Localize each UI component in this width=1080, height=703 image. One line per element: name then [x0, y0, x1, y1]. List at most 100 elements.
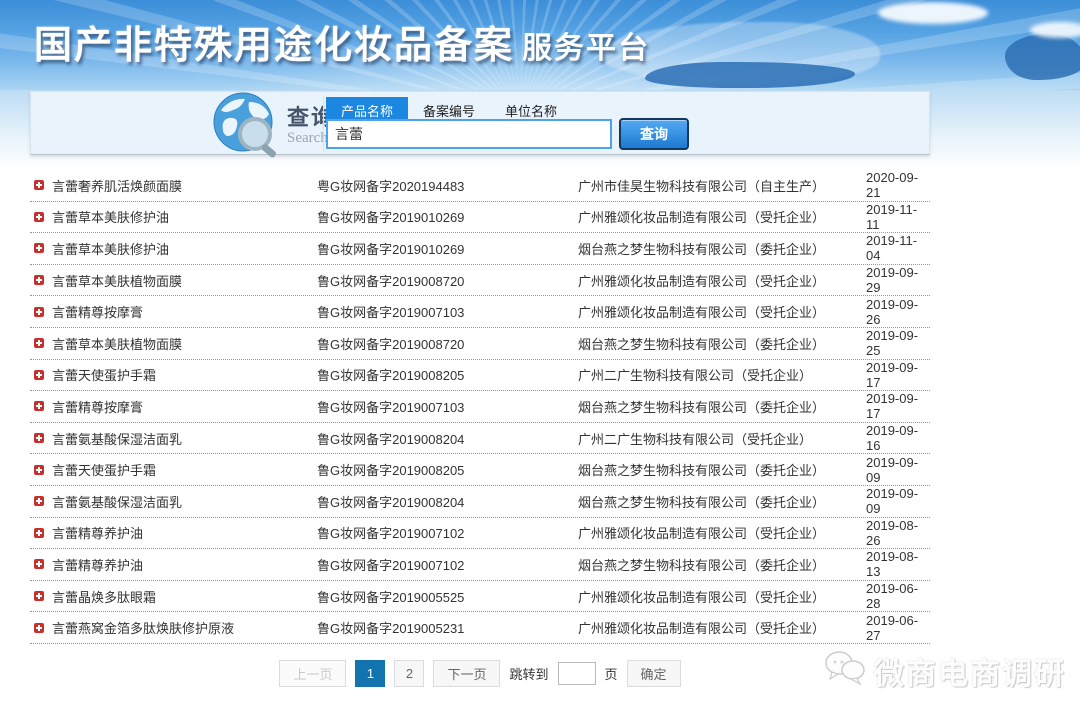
- registration-date: 2019-11-11: [866, 202, 930, 232]
- world-map-dark-graphic-2: [1005, 34, 1080, 80]
- product-name[interactable]: 言蕾氨基酸保湿洁面乳: [52, 492, 317, 511]
- registration-date: 2020-09-21: [866, 170, 930, 200]
- page-unit-label: 页: [605, 664, 618, 683]
- table-row: 言蕾精尊按摩膏 鲁G妆网备字2019007103 广州雅颂化妆品制造有限公司（受…: [30, 296, 930, 328]
- row-bullet-icon: [34, 465, 44, 475]
- globe-magnifier-icon: [211, 90, 283, 163]
- registration-date: 2019-09-16: [866, 423, 930, 453]
- product-name[interactable]: 言蕾草本美肤修护油: [52, 239, 317, 258]
- search-panel: 查询 Search 产品名称 备案编号 单位名称 查询: [30, 91, 930, 155]
- company-name: 烟台燕之梦生物科技有限公司（委托企业）: [578, 334, 866, 353]
- divider: [323, 96, 324, 152]
- table-row: 言蕾氨基酸保湿洁面乳 鲁G妆网备字2019008204 烟台燕之梦生物科技有限公…: [30, 486, 930, 518]
- registration-number: 鲁G妆网备字2019008205: [317, 365, 578, 384]
- row-bullet-icon: [34, 243, 44, 253]
- company-name: 烟台燕之梦生物科技有限公司（委托企业）: [578, 397, 866, 416]
- product-name[interactable]: 言蕾精尊按摩膏: [52, 302, 317, 321]
- company-name: 广州雅颂化妆品制造有限公司（受托企业）: [578, 207, 866, 226]
- table-row: 言蕾草本美肤植物面膜 鲁G妆网备字2019008720 烟台燕之梦生物科技有限公…: [30, 328, 930, 360]
- registration-number: 鲁G妆网备字2019007103: [317, 302, 578, 321]
- jump-page-input[interactable]: [558, 662, 596, 685]
- registration-date: 2019-08-13: [866, 549, 930, 579]
- table-row: 言蕾草本美肤植物面膜 鲁G妆网备字2019008720 广州雅颂化妆品制造有限公…: [30, 265, 930, 297]
- table-row: 言蕾精尊养护油 鲁G妆网备字2019007102 广州雅颂化妆品制造有限公司（受…: [30, 518, 930, 550]
- row-bullet-icon: [34, 212, 44, 222]
- registration-number: 鲁G妆网备字2019008720: [317, 271, 578, 290]
- table-row: 言蕾草本美肤修护油 鲁G妆网备字2019010269 广州雅颂化妆品制造有限公司…: [30, 202, 930, 234]
- row-bullet-icon: [34, 591, 44, 601]
- company-name: 烟台燕之梦生物科技有限公司（委托企业）: [578, 460, 866, 479]
- product-name[interactable]: 言蕾天使蛋护手霜: [52, 460, 317, 479]
- product-name[interactable]: 言蕾精尊养护油: [52, 523, 317, 542]
- table-row: 言蕾奢养肌活焕颜面膜 粤G妆网备字2020194483 广州市佳昊生物科技有限公…: [30, 170, 930, 202]
- registration-number: 鲁G妆网备字2019005231: [317, 618, 578, 637]
- registration-number: 鲁G妆网备字2019008204: [317, 429, 578, 448]
- next-page-button[interactable]: 下一页: [433, 660, 500, 687]
- row-bullet-icon: [34, 180, 44, 190]
- registration-number: 鲁G妆网备字2019007102: [317, 555, 578, 574]
- registration-date: 2019-06-27: [866, 613, 930, 643]
- product-name[interactable]: 言蕾天使蛋护手霜: [52, 365, 317, 384]
- company-name: 广州市佳昊生物科技有限公司（自主生产）: [578, 176, 866, 195]
- table-row: 言蕾天使蛋护手霜 鲁G妆网备字2019008205 烟台燕之梦生物科技有限公司（…: [30, 454, 930, 486]
- product-name[interactable]: 言蕾晶焕多肽眼霜: [52, 587, 317, 606]
- registration-number: 鲁G妆网备字2019008720: [317, 334, 578, 353]
- registration-date: 2019-09-17: [866, 360, 930, 390]
- registration-date: 2019-09-29: [866, 265, 930, 295]
- registration-date: 2019-06-28: [866, 581, 930, 611]
- registration-number: 鲁G妆网备字2019008205: [317, 460, 578, 479]
- site-title-sub: 服务平台: [522, 32, 650, 65]
- page-button-1[interactable]: 1: [355, 660, 385, 687]
- table-row: 言蕾天使蛋护手霜 鲁G妆网备字2019008205 广州二广生物科技有限公司（受…: [30, 360, 930, 392]
- product-name[interactable]: 言蕾草本美肤植物面膜: [52, 271, 317, 290]
- company-name: 广州二广生物科技有限公司（受托企业）: [578, 365, 866, 384]
- company-name: 广州雅颂化妆品制造有限公司（受托企业）: [578, 587, 866, 606]
- row-bullet-icon: [34, 559, 44, 569]
- product-name[interactable]: 言蕾精尊养护油: [52, 555, 317, 574]
- confirm-jump-button[interactable]: 确定: [627, 660, 681, 687]
- cloud-graphic: [878, 2, 988, 24]
- row-bullet-icon: [34, 307, 44, 317]
- registration-number: 粤G妆网备字2020194483: [317, 176, 578, 195]
- registration-date: 2019-11-04: [866, 233, 930, 263]
- table-row: 言蕾晶焕多肽眼霜 鲁G妆网备字2019005525 广州雅颂化妆品制造有限公司（…: [30, 581, 930, 613]
- pagination: 上一页 1 2 下一页 跳转到 页 确定: [30, 660, 930, 687]
- registration-number: 鲁G妆网备字2019010269: [317, 239, 578, 258]
- table-row: 言蕾精尊按摩膏 鲁G妆网备字2019007103 烟台燕之梦生物科技有限公司（委…: [30, 391, 930, 423]
- page: 国产非特殊用途化妆品备案服务平台 查询 Search: [0, 0, 1080, 703]
- registration-date: 2019-09-17: [866, 391, 930, 421]
- search-logo: 查询 Search: [211, 90, 335, 163]
- product-name[interactable]: 言蕾奢养肌活焕颜面膜: [52, 176, 317, 195]
- table-row: 言蕾燕窝金箔多肽焕肤修护原液 鲁G妆网备字2019005231 广州雅颂化妆品制…: [30, 612, 930, 644]
- company-name: 烟台燕之梦生物科技有限公司（委托企业）: [578, 492, 866, 511]
- row-bullet-icon: [34, 433, 44, 443]
- registration-number: 鲁G妆网备字2019005525: [317, 587, 578, 606]
- site-title-main: 国产非特殊用途化妆品备案: [34, 25, 514, 67]
- product-name[interactable]: 言蕾草本美肤修护油: [52, 207, 317, 226]
- product-name[interactable]: 言蕾燕窝金箔多肽焕肤修护原液: [52, 618, 317, 637]
- row-bullet-icon: [34, 401, 44, 411]
- jump-to-label: 跳转到: [509, 664, 548, 683]
- registration-date: 2019-09-09: [866, 455, 930, 485]
- prev-page-button[interactable]: 上一页: [279, 660, 346, 687]
- registration-number: 鲁G妆网备字2019010269: [317, 207, 578, 226]
- company-name: 烟台燕之梦生物科技有限公司（委托企业）: [578, 239, 866, 258]
- search-input[interactable]: [326, 119, 612, 149]
- table-row: 言蕾草本美肤修护油 鲁G妆网备字2019010269 烟台燕之梦生物科技有限公司…: [30, 233, 930, 265]
- product-name[interactable]: 言蕾草本美肤植物面膜: [52, 334, 317, 353]
- company-name: 广州雅颂化妆品制造有限公司（受托企业）: [578, 523, 866, 542]
- row-bullet-icon: [34, 338, 44, 348]
- row-bullet-icon: [34, 623, 44, 633]
- row-bullet-icon: [34, 275, 44, 285]
- company-name: 广州雅颂化妆品制造有限公司（受托企业）: [578, 302, 866, 321]
- site-banner: 国产非特殊用途化妆品备案服务平台: [0, 0, 1080, 90]
- registration-date: 2019-09-26: [866, 297, 930, 327]
- search-button[interactable]: 查询: [619, 118, 689, 150]
- page-button-2[interactable]: 2: [394, 660, 424, 687]
- company-name: 烟台燕之梦生物科技有限公司（委托企业）: [578, 555, 866, 574]
- company-name: 广州雅颂化妆品制造有限公司（受托企业）: [578, 271, 866, 290]
- table-row: 言蕾精尊养护油 鲁G妆网备字2019007102 烟台燕之梦生物科技有限公司（委…: [30, 549, 930, 581]
- company-name: 广州二广生物科技有限公司（受托企业）: [578, 429, 866, 448]
- product-name[interactable]: 言蕾氨基酸保湿洁面乳: [52, 429, 317, 448]
- product-name[interactable]: 言蕾精尊按摩膏: [52, 397, 317, 416]
